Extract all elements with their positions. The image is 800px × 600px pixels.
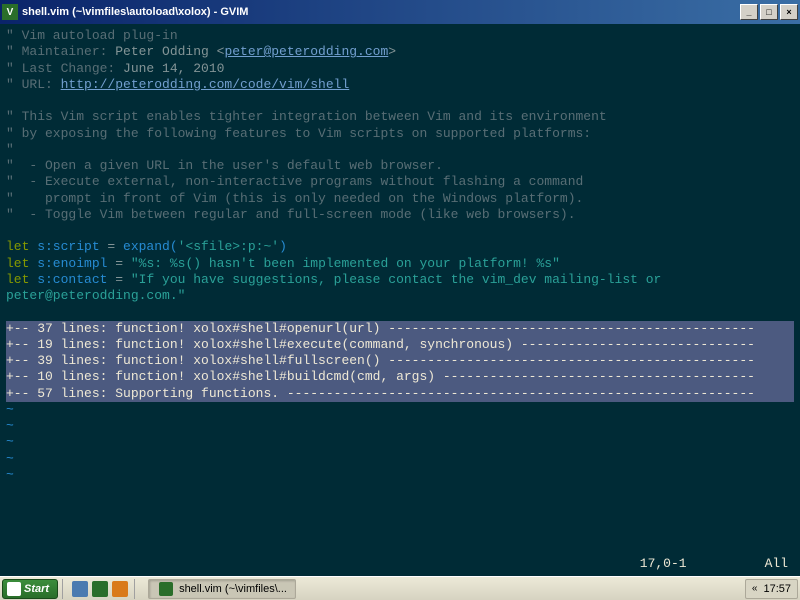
fold-fullscreen[interactable]: +-- 39 lines: function! xolox#shell#full… bbox=[6, 353, 794, 369]
var-enoimpl: s:enoimpl bbox=[29, 256, 115, 271]
window-controls: _ □ × bbox=[740, 4, 798, 20]
task-label: shell.vim (~\vimfiles\... bbox=[179, 583, 287, 595]
system-tray[interactable]: « 17:57 bbox=[745, 579, 798, 599]
eob-tilde: ~ bbox=[6, 451, 794, 467]
project-url-link[interactable]: http://peterodding.com/code/vim/shell bbox=[61, 77, 350, 92]
eob-tilde: ~ bbox=[6, 434, 794, 450]
eob-tilde: ~ bbox=[6, 418, 794, 434]
cursor-position: 17,0-1 bbox=[640, 556, 687, 571]
keyword-let: let bbox=[6, 272, 29, 287]
comment-line: " - Toggle Vim between regular and full-… bbox=[6, 207, 576, 222]
gvim-icon: V bbox=[2, 4, 18, 20]
var-contact: s:contact bbox=[29, 272, 115, 287]
eq: = bbox=[107, 239, 123, 254]
quicklaunch-vim-icon[interactable] bbox=[92, 581, 108, 597]
clock: 17:57 bbox=[763, 583, 791, 595]
eq: = bbox=[115, 256, 131, 271]
comment-line: " Last Change: bbox=[6, 61, 123, 76]
comment-line: " URL: bbox=[6, 77, 61, 92]
quicklaunch-divider bbox=[134, 579, 138, 599]
fold-openurl[interactable]: +-- 37 lines: function! xolox#shell#open… bbox=[6, 321, 794, 337]
paren-close: ) bbox=[279, 239, 287, 254]
windows-taskbar: Start shell.vim (~\vimfiles\... « 17:57 bbox=[0, 576, 800, 600]
minimize-button[interactable]: _ bbox=[740, 4, 758, 20]
ruler: 17,0-1 All bbox=[640, 556, 788, 572]
keyword-let: let bbox=[6, 239, 29, 254]
windows-logo-icon bbox=[7, 582, 21, 596]
scroll-percent: All bbox=[765, 556, 788, 571]
string: peter@peterodding.com." bbox=[6, 288, 185, 303]
start-button[interactable]: Start bbox=[2, 579, 58, 599]
window-titlebar: V shell.vim (~\vimfiles\autoload\xolox) … bbox=[0, 0, 800, 24]
quicklaunch-divider bbox=[62, 579, 66, 599]
comment-line: " prompt in front of Vim (this is only n… bbox=[6, 191, 583, 206]
comment-line: " by exposing the following features to … bbox=[6, 126, 591, 141]
comment-line: " - Open a given URL in the user's defau… bbox=[6, 158, 443, 173]
tray-expand-icon[interactable]: « bbox=[752, 583, 758, 594]
comment-line: " Maintainer: bbox=[6, 44, 115, 59]
string: "If you have suggestions, please contact… bbox=[131, 272, 669, 287]
comment-line: " - Execute external, non-interactive pr… bbox=[6, 174, 583, 189]
comment-line: " This Vim script enables tighter integr… bbox=[6, 109, 607, 124]
fold-execute[interactable]: +-- 19 lines: function! xolox#shell#exec… bbox=[6, 337, 794, 353]
maintainer-name: Peter Odding < bbox=[115, 44, 224, 59]
fold-supporting[interactable]: +-- 57 lines: Supporting functions. ----… bbox=[6, 386, 794, 402]
eob-tilde: ~ bbox=[6, 402, 794, 418]
maximize-button[interactable]: □ bbox=[760, 4, 778, 20]
fold-buildcmd[interactable]: +-- 10 lines: function! xolox#shell#buil… bbox=[6, 369, 794, 385]
maintainer-email-link[interactable]: peter@peterodding.com bbox=[224, 44, 388, 59]
keyword-let: let bbox=[6, 256, 29, 271]
fn-expand: expand( bbox=[123, 239, 178, 254]
last-change-date: June 14, 2010 bbox=[123, 61, 224, 76]
quicklaunch-icon[interactable] bbox=[72, 581, 88, 597]
close-button[interactable]: × bbox=[780, 4, 798, 20]
string: '<sfile>:p:~' bbox=[178, 239, 279, 254]
comment-line: " bbox=[6, 142, 14, 157]
editor-area[interactable]: " Vim autoload plug-in " Maintainer: Pet… bbox=[0, 24, 800, 576]
eq: = bbox=[115, 272, 131, 287]
text: > bbox=[388, 44, 396, 59]
string: "%s: %s() hasn't been implemented on you… bbox=[131, 256, 560, 271]
task-gvim[interactable]: shell.vim (~\vimfiles\... bbox=[148, 579, 296, 599]
comment-line: " Vim autoload plug-in bbox=[6, 28, 178, 43]
quicklaunch-firefox-icon[interactable] bbox=[112, 581, 128, 597]
window-title: shell.vim (~\vimfiles\autoload\xolox) - … bbox=[22, 6, 740, 18]
var-script: s:script bbox=[29, 239, 107, 254]
gvim-icon bbox=[159, 582, 173, 596]
start-label: Start bbox=[24, 583, 49, 595]
eob-tilde: ~ bbox=[6, 467, 794, 483]
